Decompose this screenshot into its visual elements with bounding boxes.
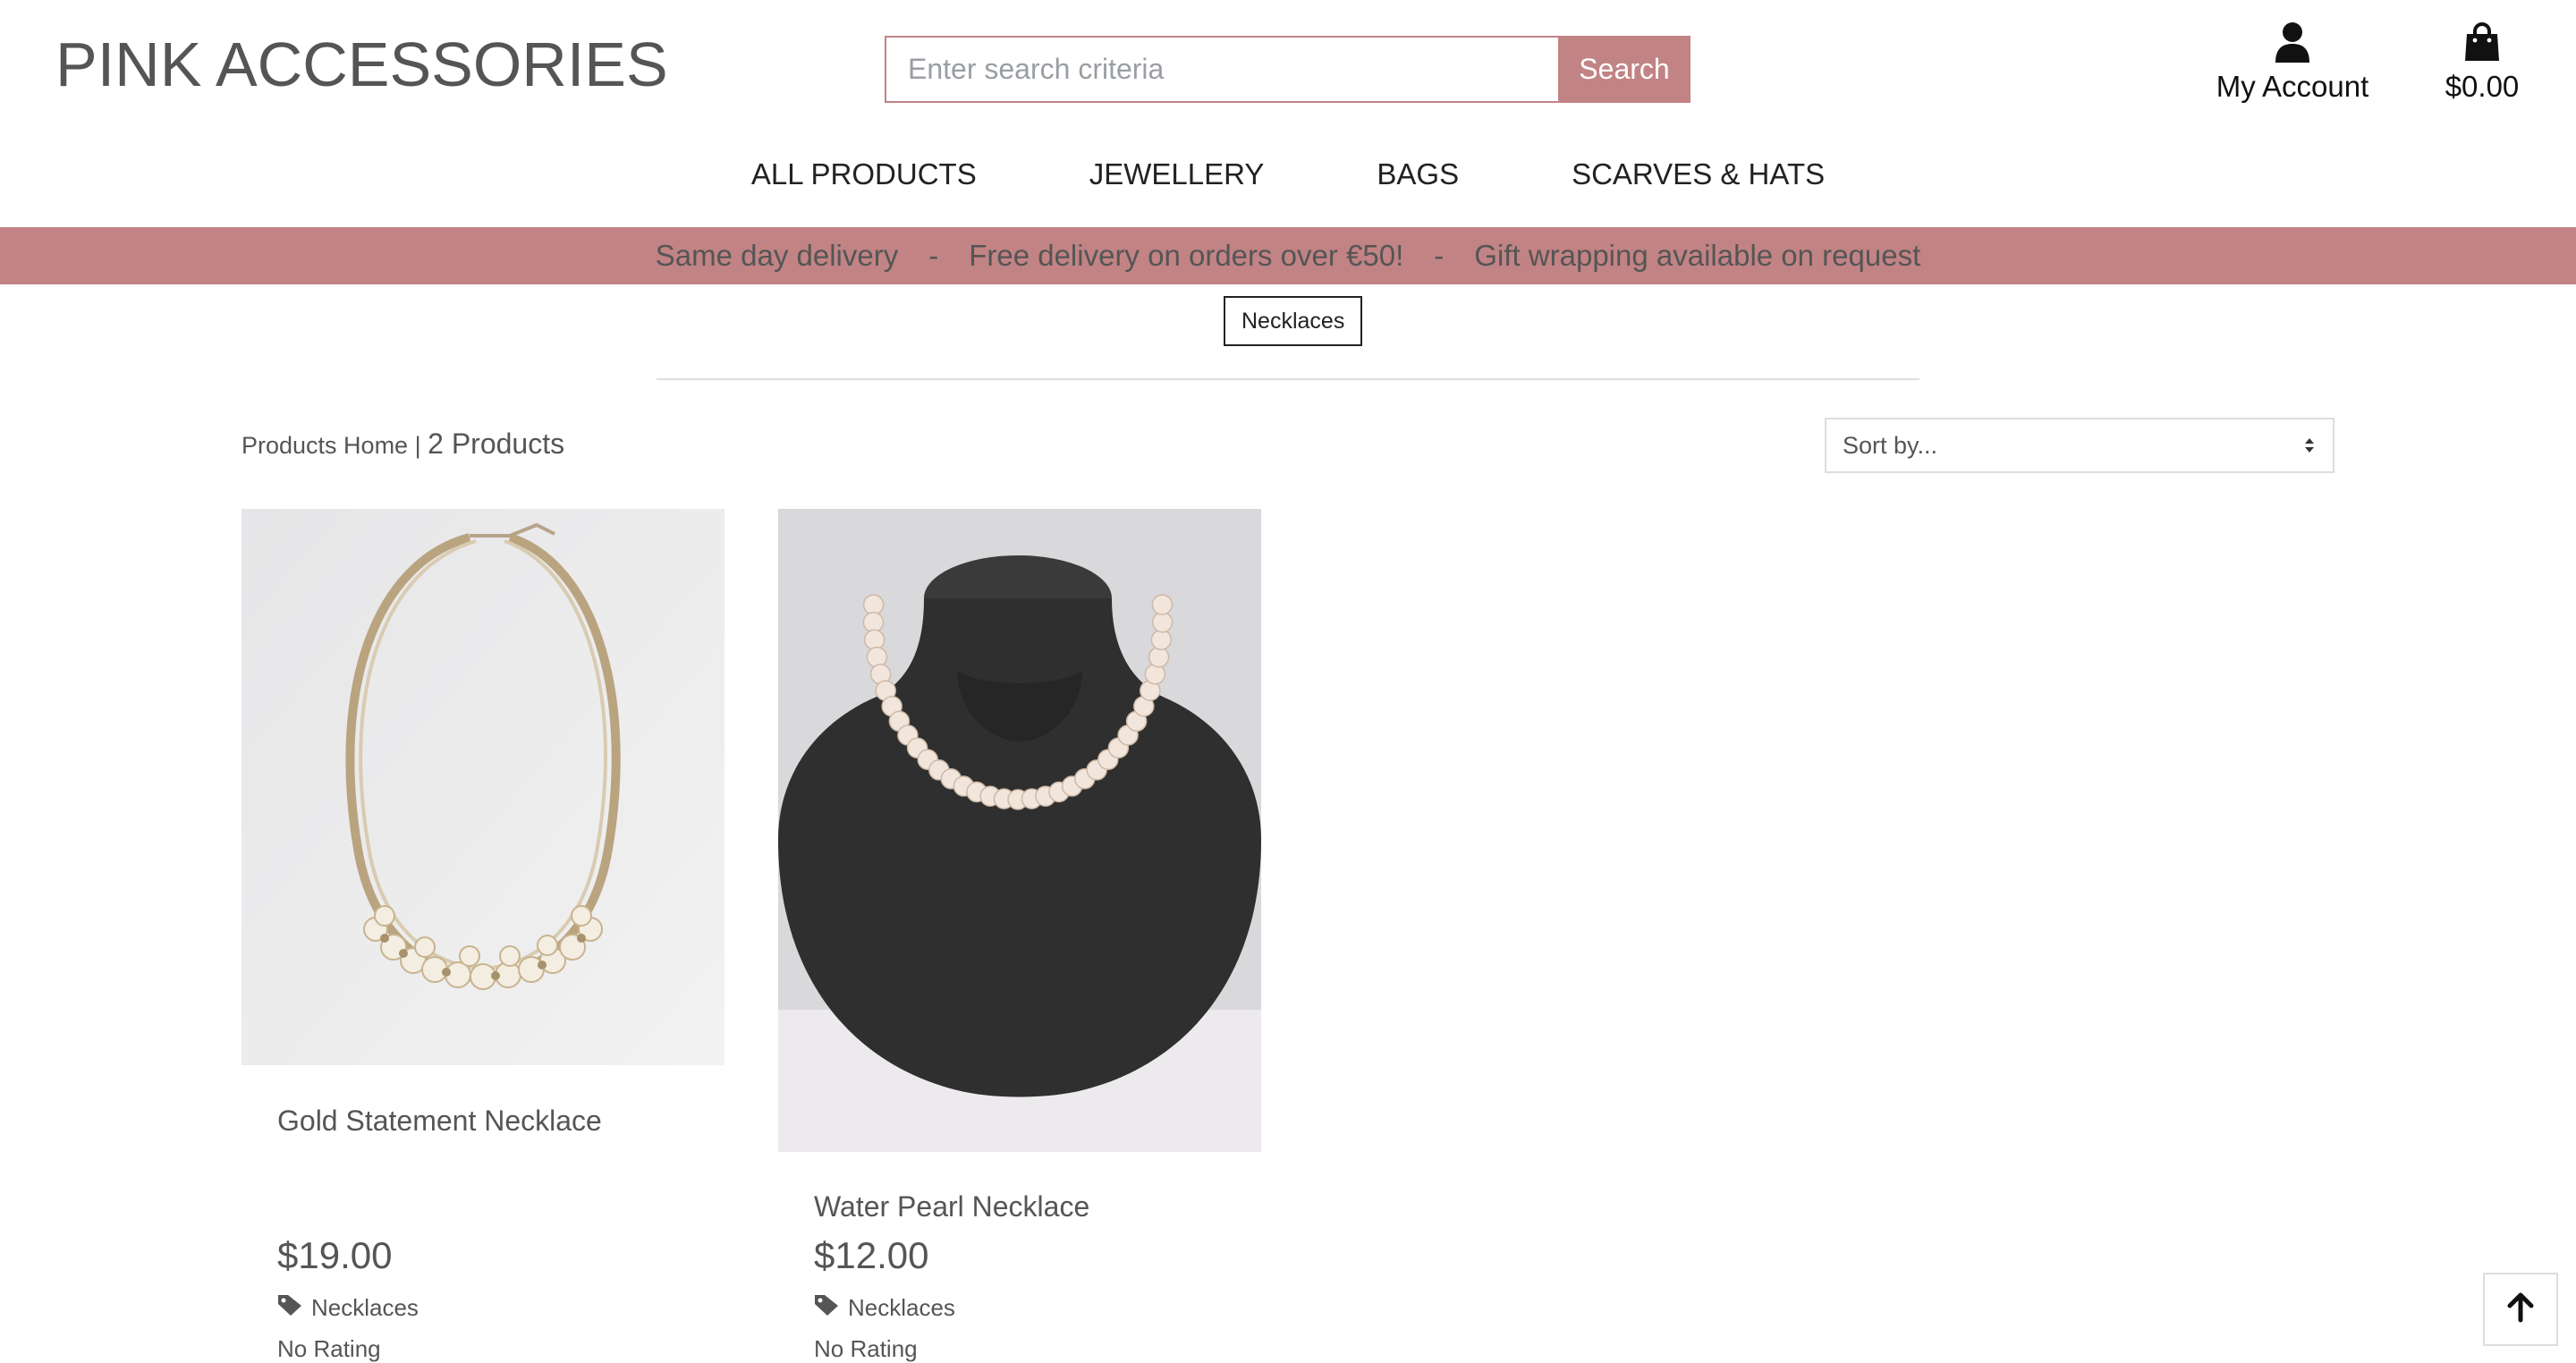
shopping-bag-icon bbox=[2464, 21, 2500, 63]
banner-separator: - bbox=[1434, 239, 1445, 272]
product-price: $12.00 bbox=[814, 1234, 929, 1276]
product-price: $19.00 bbox=[277, 1234, 393, 1276]
search-button[interactable]: Search bbox=[1558, 36, 1690, 103]
tag-icon bbox=[814, 1293, 839, 1323]
sort-select[interactable]: Sort by... bbox=[1825, 418, 2334, 473]
breadcrumb: Products Home | 2 Products bbox=[242, 428, 564, 461]
user-icon bbox=[2275, 21, 2310, 63]
my-account-label: My Account bbox=[2216, 70, 2369, 103]
product-count: 2 Products bbox=[428, 428, 565, 460]
nav-item-scarves-hats[interactable]: SCARVES & HATS bbox=[1515, 157, 1881, 191]
site-logo[interactable]: PINK ACCESSORIES bbox=[55, 30, 668, 99]
search-form: Search bbox=[885, 36, 1690, 103]
products-home-link[interactable]: Products Home bbox=[242, 432, 408, 459]
tag-icon bbox=[277, 1293, 302, 1323]
divider bbox=[657, 378, 1919, 380]
my-account-link[interactable]: My Account bbox=[2209, 21, 2376, 104]
cart-total: $0.00 bbox=[2445, 70, 2520, 103]
banner-separator: - bbox=[928, 239, 939, 272]
nav-item-jewellery[interactable]: JEWELLERY bbox=[1033, 157, 1321, 191]
product-category-link[interactable]: Necklaces bbox=[814, 1293, 955, 1323]
nav-item-bags[interactable]: BAGS bbox=[1320, 157, 1515, 191]
search-input[interactable] bbox=[885, 36, 1558, 103]
sort-select-value: Sort by... bbox=[1843, 431, 1938, 459]
product-rating: No Rating bbox=[814, 1335, 918, 1362]
back-to-top-button[interactable] bbox=[2483, 1273, 2558, 1346]
cart-link[interactable]: $0.00 bbox=[2433, 21, 2531, 104]
main-nav: ALL PRODUCTS JEWELLERY BAGS SCARVES & HA… bbox=[0, 157, 2576, 191]
banner-message: Gift wrapping available on request bbox=[1474, 239, 1921, 272]
nav-item-all-products[interactable]: ALL PRODUCTS bbox=[695, 157, 1033, 191]
product-category-label: Necklaces bbox=[848, 1294, 955, 1321]
product-category-label: Necklaces bbox=[311, 1294, 419, 1321]
banner-message: Free delivery on orders over €50! bbox=[969, 239, 1404, 272]
product-name[interactable]: Water Pearl Necklace bbox=[814, 1190, 1089, 1223]
product-category-link[interactable]: Necklaces bbox=[277, 1293, 419, 1323]
arrow-up-icon bbox=[2504, 1291, 2537, 1328]
product-rating: No Rating bbox=[277, 1335, 381, 1362]
breadcrumb-separator: | bbox=[414, 432, 421, 459]
banner-message: Same day delivery bbox=[655, 239, 899, 272]
category-filter-necklaces[interactable]: Necklaces bbox=[1224, 296, 1363, 346]
product-image[interactable] bbox=[778, 509, 1261, 1152]
product-image[interactable] bbox=[242, 509, 724, 1065]
select-arrows-icon bbox=[2302, 435, 2317, 456]
delivery-banner: Same day delivery - Free delivery on ord… bbox=[0, 227, 2576, 284]
product-name[interactable]: Gold Statement Necklace bbox=[277, 1105, 602, 1138]
